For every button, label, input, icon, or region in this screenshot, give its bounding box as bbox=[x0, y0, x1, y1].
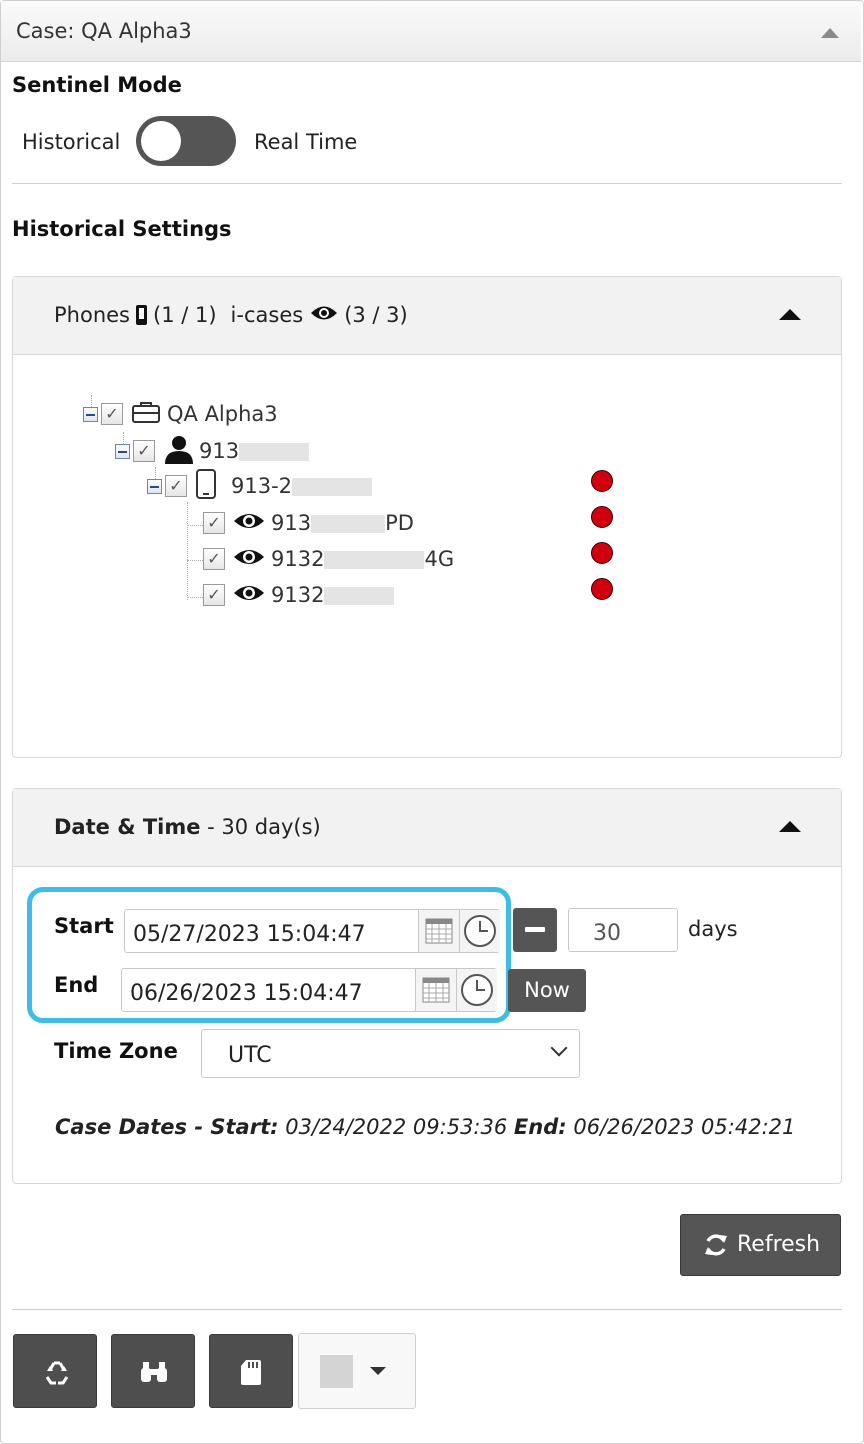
historical-settings-heading: Historical Settings bbox=[12, 217, 232, 241]
redacted-text bbox=[324, 551, 425, 569]
sentinel-mode-heading: Sentinel Mode bbox=[12, 73, 182, 97]
tree-checkbox[interactable]: ✓ bbox=[101, 403, 123, 425]
datetime-title: Date & Time bbox=[54, 815, 201, 839]
status-dot bbox=[591, 578, 613, 600]
redacted-text bbox=[239, 443, 310, 461]
highlight-frame bbox=[27, 887, 511, 1023]
recycle-button[interactable] bbox=[13, 1334, 97, 1408]
toggle-knob bbox=[141, 121, 181, 161]
tree-connector bbox=[187, 502, 188, 600]
tree-connector bbox=[187, 560, 203, 561]
eye-icon bbox=[233, 511, 265, 535]
sd-card-icon bbox=[239, 1358, 263, 1390]
days-input[interactable]: 30 bbox=[568, 908, 678, 952]
briefcase-icon bbox=[131, 400, 161, 428]
refresh-button[interactable]: Refresh bbox=[680, 1214, 841, 1276]
case-dates: Case Dates - Start: 03/24/2022 09:53:36 … bbox=[55, 1115, 795, 1139]
tree-checkbox[interactable]: ✓ bbox=[203, 584, 225, 606]
status-dot bbox=[591, 506, 613, 528]
tree-node-icase[interactable]: ✓ 913 PD bbox=[203, 506, 414, 540]
tree-label-suffix: PD bbox=[385, 511, 414, 535]
case-title: Case: QA Alpha3 bbox=[16, 19, 192, 43]
datetime-panel-header[interactable]: Date & Time - 30 day(s) bbox=[13, 789, 841, 867]
timezone-label: Time Zone bbox=[54, 1039, 178, 1063]
mobile-phone-icon bbox=[136, 305, 147, 325]
phones-panel-header[interactable]: Phones (1 / 1) i-cases (3 / 3) bbox=[13, 277, 841, 355]
days-label: days bbox=[688, 917, 738, 941]
minus-icon bbox=[525, 927, 545, 932]
datetime-summary: - 30 day(s) bbox=[200, 815, 321, 839]
collapse-toggle-icon[interactable] bbox=[83, 406, 98, 422]
days-value: 30 bbox=[593, 921, 621, 946]
binoculars-icon bbox=[139, 1360, 169, 1388]
collapse-caret-icon[interactable] bbox=[779, 821, 801, 832]
historical-label: Historical bbox=[22, 130, 121, 154]
redacted-text bbox=[292, 478, 373, 496]
refresh-label: Refresh bbox=[737, 1232, 821, 1257]
decrement-days-button[interactable] bbox=[513, 908, 557, 952]
icases-label: i-cases bbox=[230, 303, 304, 327]
status-dot bbox=[591, 542, 613, 564]
case-dates-start-label: Start: bbox=[210, 1115, 279, 1139]
tree-checkbox[interactable]: ✓ bbox=[203, 512, 225, 534]
tree-label: 913 bbox=[199, 439, 240, 463]
mode-toggle[interactable] bbox=[136, 116, 236, 166]
status-dot bbox=[591, 470, 613, 492]
icases-count: (3 / 3) bbox=[344, 303, 408, 327]
tree-connector bbox=[187, 525, 203, 526]
person-icon bbox=[163, 434, 195, 468]
tree-label: 913 bbox=[271, 511, 312, 535]
binoculars-button[interactable] bbox=[111, 1334, 195, 1408]
tree-label: QA Alpha3 bbox=[167, 402, 278, 426]
tree-checkbox[interactable]: ✓ bbox=[203, 548, 225, 570]
tree-node-icase[interactable]: ✓ 9132 bbox=[203, 578, 395, 612]
case-dates-start-value: 03/24/2022 09:53:36 bbox=[285, 1115, 508, 1139]
phone-icon bbox=[195, 469, 217, 503]
color-picker-dropdown[interactable] bbox=[298, 1333, 416, 1409]
eye-icon bbox=[233, 547, 265, 571]
tree-checkbox[interactable]: ✓ bbox=[133, 440, 155, 462]
phones-label: Phones bbox=[54, 303, 130, 327]
tree-label: 913-2 bbox=[231, 474, 293, 498]
timezone-select[interactable]: UTC bbox=[201, 1029, 580, 1078]
redacted-text bbox=[324, 587, 395, 605]
color-swatch bbox=[320, 1355, 353, 1388]
case-header[interactable]: Case: QA Alpha3 bbox=[1, 1, 861, 62]
recycle-icon bbox=[43, 1359, 71, 1391]
case-dates-end-label: End: bbox=[513, 1115, 567, 1139]
refresh-icon bbox=[703, 1232, 729, 1262]
phones-panel: Phones (1 / 1) i-cases (3 / 3) ✓ QA Alph… bbox=[12, 276, 842, 758]
case-dates-separator: - bbox=[187, 1115, 211, 1139]
tree-node-person[interactable]: ✓ 913 bbox=[115, 434, 310, 468]
divider bbox=[12, 1309, 842, 1310]
timezone-value: UTC bbox=[228, 1043, 272, 1068]
tree-label: 9132 bbox=[271, 547, 325, 571]
case-dates-label: Case Dates bbox=[55, 1115, 188, 1139]
chevron-down-icon bbox=[550, 1039, 568, 1057]
tree-label-suffix: 4G bbox=[424, 547, 455, 571]
eye-icon bbox=[310, 303, 338, 327]
collapse-caret-icon[interactable] bbox=[779, 309, 801, 320]
tree-node-icase[interactable]: ✓ 9132 4G bbox=[203, 542, 454, 576]
tree-node-device[interactable]: ✓ 913-2 bbox=[147, 469, 373, 503]
tree-label: 9132 bbox=[271, 583, 325, 607]
case-dates-end-value: 06/26/2023 05:42:21 bbox=[573, 1115, 796, 1139]
tree-connector bbox=[187, 597, 203, 598]
tree-checkbox[interactable]: ✓ bbox=[165, 475, 187, 497]
phones-count: (1 / 1) bbox=[153, 303, 217, 327]
eye-icon bbox=[233, 583, 265, 607]
sd-card-button[interactable] bbox=[209, 1334, 293, 1408]
redacted-text bbox=[311, 515, 386, 533]
now-button[interactable]: Now bbox=[508, 969, 586, 1012]
collapse-toggle-icon[interactable] bbox=[147, 478, 162, 494]
caret-down-icon bbox=[370, 1367, 386, 1375]
real-time-label: Real Time bbox=[254, 130, 358, 154]
divider bbox=[12, 183, 842, 184]
collapse-toggle-icon[interactable] bbox=[115, 443, 130, 459]
collapse-caret-icon[interactable] bbox=[821, 28, 839, 38]
tree-node-root[interactable]: ✓ QA Alpha3 bbox=[83, 397, 278, 431]
